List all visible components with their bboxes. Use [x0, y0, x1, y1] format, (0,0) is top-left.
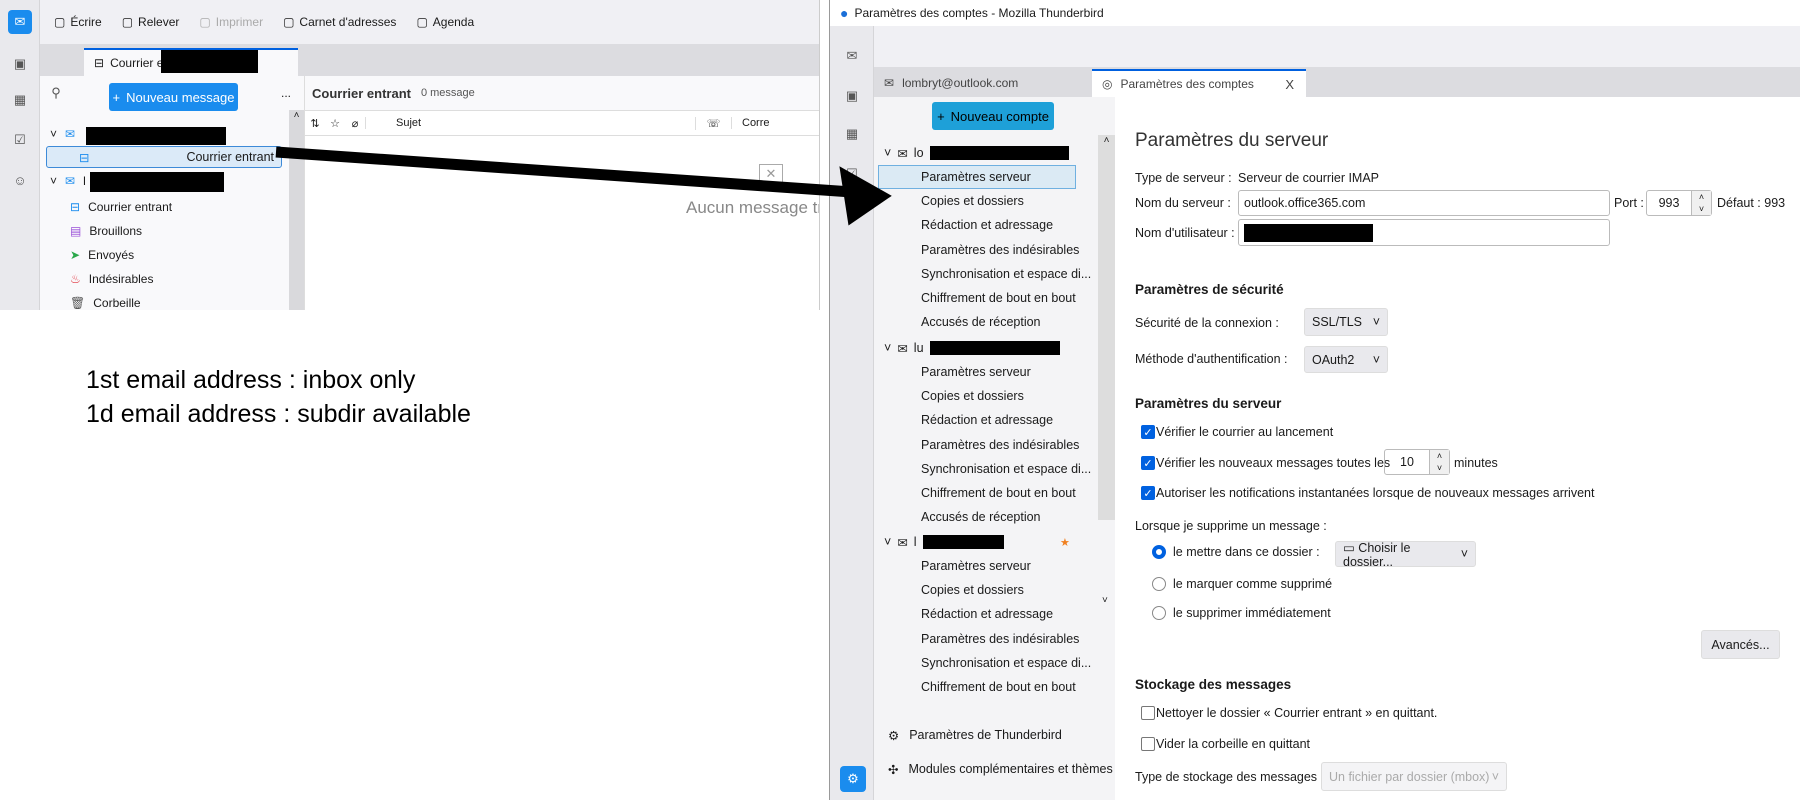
annotation-arrow	[275, 146, 892, 226]
arrow-shaft	[275, 146, 853, 198]
arrow-head	[839, 166, 892, 226]
